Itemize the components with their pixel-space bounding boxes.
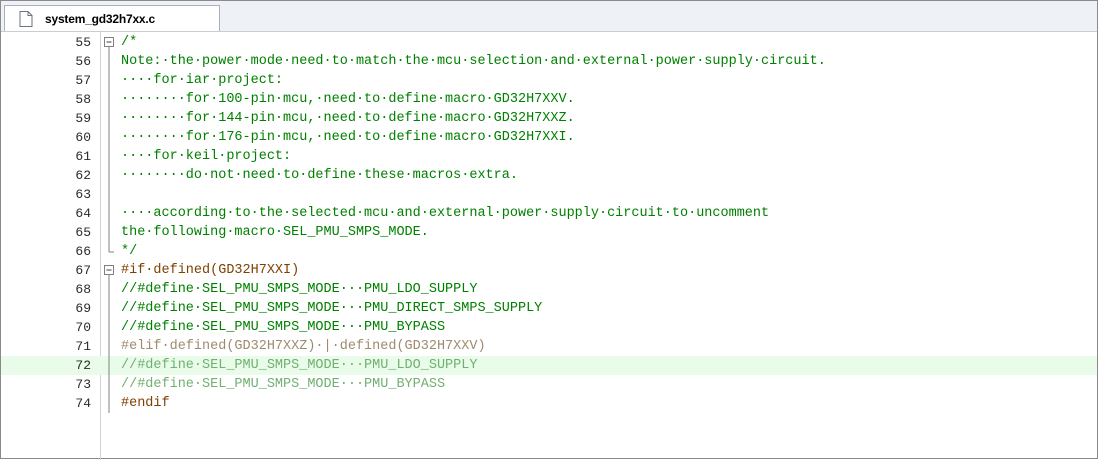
fold-line-icon — [102, 147, 116, 166]
line-number: 58 — [75, 92, 91, 107]
line-number: 62 — [75, 168, 91, 183]
fold-line-icon — [102, 280, 116, 299]
tab-label: system_gd32h7xx.c — [45, 11, 156, 26]
line-number: 59 — [75, 111, 91, 126]
code-line[interactable]: 73 //#define·SEL_PMU_SMPS_MODE···PMU_BYPA… — [1, 375, 1097, 394]
code-text: //#define·SEL_PMU_SMPS_MODE···PMU_LDO_SU… — [121, 358, 478, 373]
line-number: 60 — [75, 130, 91, 145]
code-line[interactable]: 61 ····for·keil·project: — [1, 147, 1097, 166]
fold-line-icon — [102, 185, 116, 204]
fold-line-icon — [102, 128, 116, 147]
line-number: 55 — [75, 35, 91, 50]
code-line[interactable]: 56 Note:·the·power·mode·need·to·match·the… — [1, 52, 1097, 71]
code-text: */ — [121, 244, 138, 259]
fold-line-icon — [102, 356, 116, 375]
line-number: 70 — [75, 320, 91, 335]
line-number: 72 — [75, 358, 91, 373]
fold-line-icon — [102, 337, 116, 356]
line-number: 66 — [75, 244, 91, 259]
fold-line-icon — [102, 109, 116, 128]
code-line[interactable]: 55 /* — [1, 33, 1097, 52]
code-line[interactable]: 57 ····for·iar·project: — [1, 71, 1097, 90]
code-text: #elif·defined(GD32H7XXZ)·|·defined(GD32H… — [121, 339, 486, 354]
line-number: 57 — [75, 73, 91, 88]
code-text: ····according·to·the·selected·mcu·and·ex… — [121, 206, 770, 221]
line-number: 65 — [75, 225, 91, 240]
fold-line-icon — [102, 223, 116, 242]
fold-end-icon — [102, 242, 116, 261]
code-line[interactable]: 65 the·following·macro·SEL_PMU_SMPS_MODE. — [1, 223, 1097, 242]
code-text: ········do·not·need·to·define·these·macr… — [121, 168, 518, 183]
fold-line-icon — [102, 166, 116, 185]
file-icon — [19, 10, 33, 27]
code-text: /* — [121, 35, 138, 50]
fold-line-icon — [102, 299, 116, 318]
tab-bar: system_gd32h7xx.c — [1, 1, 1097, 32]
line-number: 61 — [75, 149, 91, 164]
line-number: 69 — [75, 301, 91, 316]
code-line[interactable]: 58 ········for·100-pin·mcu,·need·to·defin… — [1, 90, 1097, 109]
code-text: //#define·SEL_PMU_SMPS_MODE···PMU_BYPASS — [121, 320, 446, 335]
code-line[interactable]: 74 #endif — [1, 394, 1097, 413]
code-text: ········for·100-pin·mcu,·need·to·define·… — [121, 92, 575, 107]
code-line[interactable]: 70 //#define·SEL_PMU_SMPS_MODE···PMU_BYPA… — [1, 318, 1097, 337]
code-text: ········for·144-pin·mcu,·need·to·define·… — [121, 111, 575, 126]
code-line[interactable]: 69 //#define·SEL_PMU_SMPS_MODE···PMU_DIRE… — [1, 299, 1097, 318]
code-line[interactable]: 66 */ — [1, 242, 1097, 261]
code-line[interactable]: 68 //#define·SEL_PMU_SMPS_MODE···PMU_LDO_… — [1, 280, 1097, 299]
line-number: 74 — [75, 396, 91, 411]
line-number: 63 — [75, 187, 91, 202]
code-text: ····for·iar·project: — [121, 73, 284, 88]
code-text: Note:·the·power·mode·need·to·match·the·m… — [121, 54, 826, 69]
line-number: 73 — [75, 377, 91, 392]
line-number: 67 — [75, 263, 91, 278]
code-line[interactable]: 60 ········for·176-pin·mcu,·need·to·defin… — [1, 128, 1097, 147]
line-number: 68 — [75, 282, 91, 297]
code-text: ····for·keil·project: — [121, 149, 292, 164]
fold-toggle-icon[interactable] — [102, 33, 116, 52]
code-text: //#define·SEL_PMU_SMPS_MODE···PMU_DIRECT… — [121, 301, 543, 316]
line-number: 56 — [75, 54, 91, 69]
code-line[interactable]: 63 — [1, 185, 1097, 204]
code-text: #endif — [121, 396, 170, 411]
code-line[interactable]: 62 ········do·not·need·to·define·these·ma… — [1, 166, 1097, 185]
code-text: ········for·176-pin·mcu,·need·to·define·… — [121, 130, 575, 145]
fold-line-icon — [102, 318, 116, 337]
code-text: //#define·SEL_PMU_SMPS_MODE···PMU_LDO_SU… — [121, 282, 478, 297]
fold-line-icon — [102, 71, 116, 90]
fold-line-icon — [102, 204, 116, 223]
code-line[interactable]: 72 //#define·SEL_PMU_SMPS_MODE···PMU_LDO_… — [1, 356, 1097, 375]
code-editor[interactable]: 55 /* 56 Note:·the·power·mode·need·to·match… — [1, 32, 1097, 460]
code-line[interactable]: 64 ····according·to·the·selected·mcu·and·… — [1, 204, 1097, 223]
fold-toggle-icon[interactable] — [102, 261, 116, 280]
fold-line-icon — [102, 90, 116, 109]
code-text: //#define·SEL_PMU_SMPS_MODE···PMU_BYPASS — [121, 377, 446, 392]
editor-window: system_gd32h7xx.c 55 /* 56 Note:·the·power·… — [0, 0, 1098, 460]
fold-line-icon — [102, 375, 116, 394]
fold-line-icon — [102, 394, 116, 413]
code-text: #if·defined(GD32H7XXI) — [121, 263, 300, 278]
line-number: 64 — [75, 206, 91, 221]
line-number: 71 — [75, 339, 91, 354]
fold-line-icon — [102, 52, 116, 71]
code-line[interactable]: 71 #elif·defined(GD32H7XXZ)·|·defined(GD3… — [1, 337, 1097, 356]
code-line[interactable]: 67 #if·defined(GD32H7XXI) — [1, 261, 1097, 280]
code-text: the·following·macro·SEL_PMU_SMPS_MODE. — [121, 225, 429, 240]
code-line[interactable]: 59 ········for·144-pin·mcu,·need·to·defin… — [1, 109, 1097, 128]
tab-system-gd32h7xx-c[interactable]: system_gd32h7xx.c — [4, 5, 220, 31]
